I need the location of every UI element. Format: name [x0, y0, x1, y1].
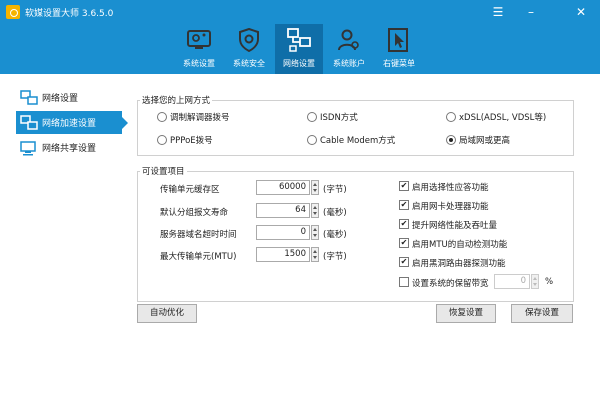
- mtu-stepper[interactable]: [311, 247, 319, 262]
- close-button[interactable]: ✕: [570, 2, 592, 22]
- buffer-size-input[interactable]: 60000: [256, 180, 310, 195]
- dns-timeout-stepper[interactable]: [311, 225, 319, 240]
- checkbox-label: 启用网卡处理器功能: [412, 202, 489, 212]
- title-bar: 软媒设置大师 3.6.5.0 ☰ – ✕: [0, 0, 600, 24]
- checkbox-throughput[interactable]: ✔: [399, 219, 409, 229]
- connection-type-title: 选择您的上网方式: [140, 94, 213, 106]
- radio-label: ISDN方式: [320, 113, 358, 123]
- content-area: 网络设置 网络加速设置 网络共享设置 选择您的上网方式 调制解调器拨号 ISDN…: [0, 74, 600, 394]
- buffer-size-stepper[interactable]: [311, 180, 319, 195]
- network-speed-icon: [20, 115, 38, 130]
- radio-cable-modem[interactable]: [307, 135, 317, 145]
- radio-isdn[interactable]: [307, 112, 317, 122]
- field-label: 服务器域名超时时间: [160, 230, 237, 240]
- network-icon: [287, 28, 311, 52]
- connection-type-group: [137, 100, 574, 156]
- tab-system-settings[interactable]: 系统设置: [175, 24, 223, 74]
- bandwidth-stepper[interactable]: [531, 274, 539, 289]
- radio-label: 局域网或更高: [459, 136, 511, 146]
- sidebar-item-network-settings[interactable]: 网络设置: [16, 86, 122, 109]
- network-share-icon: [20, 141, 36, 156]
- tab-context-menu[interactable]: 右键菜单: [375, 24, 423, 74]
- window-title: 软媒设置大师 3.6.5.0: [25, 9, 114, 19]
- tab-label: 系统账户: [333, 59, 365, 68]
- checkbox-label: 提升网络性能及吞吐量: [412, 221, 498, 231]
- radio-lan[interactable]: [446, 135, 456, 145]
- cursor-menu-icon: [388, 28, 408, 52]
- tab-label: 系统设置: [183, 59, 215, 68]
- checkbox-label: 设置系统的保留带宽: [412, 279, 489, 289]
- tab-system-accounts[interactable]: 系统账户: [325, 24, 373, 74]
- checkbox-reserved-bandwidth[interactable]: [399, 277, 409, 287]
- shield-gear-icon: [239, 28, 259, 52]
- options-title: 可设置项目: [140, 165, 187, 177]
- system-settings-icon: [187, 30, 211, 49]
- minimize-button[interactable]: –: [520, 2, 542, 22]
- mtu-input[interactable]: 1500: [256, 247, 310, 262]
- field-label: 最大传输单元(MTU): [160, 252, 237, 262]
- sidebar-item-label: 网络共享设置: [42, 144, 97, 154]
- radio-label: xDSL(ADSL, VDSL等): [459, 113, 547, 123]
- unit-label: (字节): [323, 185, 347, 195]
- tab-network-settings[interactable]: 网络设置: [275, 24, 323, 74]
- sidebar-item-label: 网络加速设置: [42, 119, 97, 129]
- packet-ttl-stepper[interactable]: [311, 203, 319, 218]
- unit-label: (毫秒): [323, 208, 347, 218]
- percent-label: %: [545, 277, 554, 287]
- checkbox-label: 启用选择性应答功能: [412, 183, 489, 193]
- checkbox-label: 启用MTU的自动检测功能: [412, 240, 508, 250]
- sidebar-item-network-acceleration[interactable]: 网络加速设置: [16, 111, 128, 134]
- packet-ttl-input[interactable]: 64: [256, 203, 310, 218]
- users-icon: [338, 29, 359, 51]
- unit-label: (毫秒): [323, 230, 347, 240]
- checkbox-blackhole-detect[interactable]: ✔: [399, 257, 409, 267]
- radio-label: PPPoE拨号: [170, 136, 213, 146]
- radio-label: 调制解调器拨号: [170, 113, 230, 123]
- restore-button[interactable]: 恢复设置: [436, 304, 496, 323]
- radio-xdsl[interactable]: [446, 112, 456, 122]
- sidebar-item-network-sharing[interactable]: 网络共享设置: [16, 136, 122, 159]
- radio-label: Cable Modem方式: [320, 136, 396, 146]
- tab-label: 系统安全: [233, 59, 265, 68]
- sidebar-item-label: 网络设置: [42, 94, 79, 104]
- checkbox-nic-processor[interactable]: ✔: [399, 200, 409, 210]
- bandwidth-input[interactable]: 0: [494, 274, 530, 289]
- radio-pppoe[interactable]: [157, 135, 167, 145]
- main-toolbar: 系统设置 系统安全 网络设置 系统账户 右键菜单: [0, 24, 600, 74]
- menu-button[interactable]: ☰: [487, 2, 509, 22]
- network-settings-icon: [20, 90, 38, 105]
- tab-system-security[interactable]: 系统安全: [225, 24, 273, 74]
- tab-label: 网络设置: [283, 59, 315, 68]
- checkbox-mtu-autodetect[interactable]: ✔: [399, 238, 409, 248]
- save-button[interactable]: 保存设置: [511, 304, 573, 323]
- field-label: 传输单元缓存区: [160, 185, 220, 195]
- dns-timeout-input[interactable]: 0: [256, 225, 310, 240]
- checkbox-label: 启用黑洞路由器探测功能: [412, 259, 506, 269]
- field-label: 默认分组报文寿命: [160, 208, 229, 218]
- checkbox-selective-ack[interactable]: ✔: [399, 181, 409, 191]
- tab-label: 右键菜单: [383, 59, 415, 68]
- radio-dialup-modem[interactable]: [157, 112, 167, 122]
- unit-label: (字节): [323, 252, 347, 262]
- auto-optimize-button[interactable]: 自动优化: [137, 304, 197, 323]
- app-logo-icon: [6, 5, 20, 19]
